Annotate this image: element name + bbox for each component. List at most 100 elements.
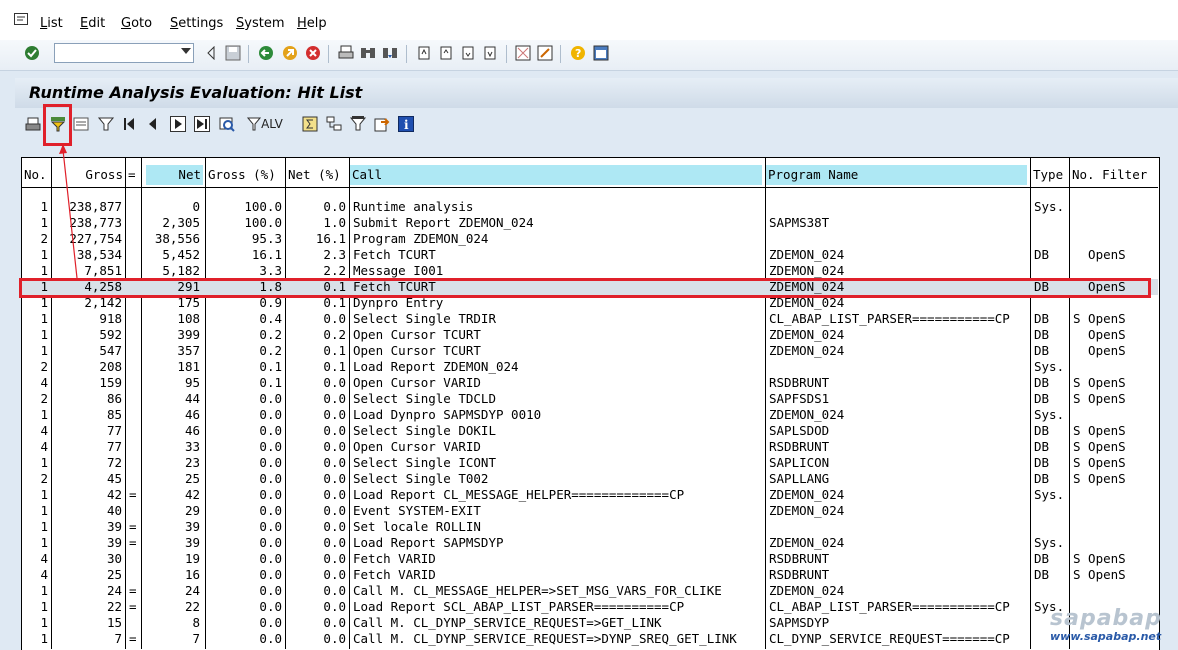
cell-call: Select Single TDCLD	[353, 391, 496, 406]
chevron-down-icon[interactable]	[181, 48, 191, 54]
alv-button[interactable]: ALV	[243, 116, 287, 132]
menu-edit[interactable]: Edit	[80, 16, 105, 31]
cell-program	[766, 231, 1030, 247]
menu-list[interactable]: List	[40, 16, 63, 31]
cancel-icon[interactable]	[305, 45, 321, 61]
export-icon[interactable]	[374, 116, 390, 132]
info-icon[interactable]: i	[398, 116, 414, 132]
table-row[interactable]: 1 22 = 22 0.0 0.0 Load Report SCL_ABAP_LIST_PA…	[22, 599, 1158, 615]
col-header-eq[interactable]: =	[126, 165, 141, 185]
table-row[interactable]: 1 39 = 39 0.0 0.0 Set locale ROLLIN	[22, 519, 1158, 535]
enter-check-icon[interactable]	[24, 45, 40, 61]
cell-call: Call M. CL_MESSAGE_HELPER=>SET_MSG_VARS_…	[353, 583, 722, 598]
find-next-icon[interactable]	[382, 45, 398, 61]
help-icon[interactable]: ?	[570, 45, 586, 61]
next-page-icon[interactable]	[169, 116, 187, 132]
col-header-no[interactable]: No.	[22, 165, 51, 185]
table-row[interactable]: 1 24 = 24 0.0 0.0 Call M. CL_MESSAGE_HELPER=>S…	[22, 583, 1158, 599]
cell-call: Select Single TRDIR	[353, 311, 496, 326]
table-row[interactable]: 1 238,877 0 100.0 0.0 Runtime analysis Sys.	[22, 199, 1158, 215]
col-header-call[interactable]: Call	[350, 165, 762, 185]
table-row[interactable]: 2 86 44 0.0 0.0 Select Single TDCLD SAPFSDS1 DB…	[22, 391, 1158, 407]
menu-goto[interactable]: Goto	[121, 16, 152, 31]
hierarchy-icon[interactable]	[326, 116, 342, 132]
cell-filter: S OpenS	[1073, 471, 1126, 486]
cell-call: Fetch VARID	[353, 551, 436, 566]
cell-no: 2	[40, 391, 48, 406]
previous-page-icon[interactable]	[146, 116, 160, 132]
sum-icon[interactable]	[302, 116, 318, 132]
first-page-icon[interactable]	[416, 45, 432, 61]
cell-type: DB	[1034, 327, 1050, 342]
cell-gross-pct: 0.0	[259, 391, 282, 406]
col-header-net-pct[interactable]: Net (%)	[286, 165, 349, 185]
cell-program: SAPFSDS1	[769, 391, 830, 406]
col-header-program[interactable]: Program Name	[766, 165, 1027, 185]
cell-net-pct: 2.2	[323, 263, 346, 278]
cell-program: ZDEMON_024	[769, 247, 845, 262]
cell-net: 19	[184, 551, 200, 566]
exit-icon[interactable]	[282, 45, 298, 61]
call-hierarchy-icon[interactable]	[350, 116, 366, 132]
cell-type: Sys.	[1034, 359, 1065, 374]
cell-filter: OpenS	[1073, 343, 1126, 358]
col-header-type[interactable]: Type	[1031, 165, 1069, 185]
print-icon[interactable]	[25, 116, 41, 132]
back-icon[interactable]	[258, 45, 274, 61]
table-row[interactable]: 2 227,754 38,556 95.3 16.1 Program ZDEMON_024	[22, 231, 1158, 247]
cell-gross-pct: 0.0	[259, 615, 282, 630]
table-row[interactable]: 1 72 23 0.0 0.0 Select Single ICONT SAPLICON DB…	[22, 455, 1158, 471]
cell-net: 39	[184, 535, 200, 550]
table-row[interactable]: 1 39 = 39 0.0 0.0 Load Report SAPMSDYP ZDEMON_0…	[22, 535, 1158, 551]
table-row[interactable]: 1 7 = 7 0.0 0.0 Call M. CL_DYNP_SERVICE_REQUES…	[22, 631, 1158, 647]
table-row[interactable]: 4 30 19 0.0 0.0 Fetch VARID RSDBRUNT DB S OpenS	[22, 551, 1158, 567]
cell-program: ZDEMON_024	[769, 583, 845, 598]
previous-page-icon[interactable]	[438, 45, 454, 61]
last-page-icon[interactable]	[193, 116, 211, 132]
table-row[interactable]: 1 85 46 0.0 0.0 Load Dynpro SAPMSDYP 0010 ZDEM…	[22, 407, 1158, 423]
table-row[interactable]: 1 592 399 0.2 0.2 Open Cursor TCURT ZDEMON_024…	[22, 327, 1158, 343]
shortcut-icon[interactable]	[537, 45, 553, 61]
collapse-triangle-icon[interactable]	[203, 45, 219, 61]
details-icon[interactable]	[73, 116, 89, 132]
save-icon[interactable]	[225, 45, 241, 61]
col-header-filter[interactable]: No. Filter	[1070, 165, 1158, 185]
create-session-icon[interactable]	[515, 45, 531, 61]
last-page-icon[interactable]	[482, 45, 498, 61]
cell-type: DB	[1034, 423, 1050, 438]
table-row[interactable]: 1 38,534 5,452 16.1 2.3 Fetch TCURT ZDEMON_024…	[22, 247, 1158, 263]
menu-settings[interactable]: Settings	[170, 16, 223, 31]
table-row[interactable]: 2 45 25 0.0 0.0 Select Single T002 SAPLLANG DB S…	[22, 471, 1158, 487]
cell-eq	[126, 551, 141, 567]
next-page-icon[interactable]	[460, 45, 476, 61]
cell-no: 1	[40, 263, 48, 278]
table-row[interactable]: 4 77 46 0.0 0.0 Select Single DOKIL SAPLSDOD DB…	[22, 423, 1158, 439]
cell-gross-pct: 95.3	[251, 231, 282, 246]
filter-icon[interactable]	[98, 116, 114, 132]
col-header-gross-pct[interactable]: Gross (%)	[206, 165, 285, 185]
table-row[interactable]: 4 159 95 0.1 0.0 Open Cursor VARID RSDBRUNT DB S…	[22, 375, 1158, 391]
first-page-icon[interactable]	[122, 116, 136, 132]
table-row[interactable]: 1 42 = 42 0.0 0.0 Load Report CL_MESSAGE_HELPE…	[22, 487, 1158, 503]
table-row[interactable]: 1 547 357 0.2 0.1 Open Cursor TCURT ZDEMON_024…	[22, 343, 1158, 359]
customize-layout-icon[interactable]	[593, 45, 609, 61]
print-icon[interactable]	[338, 45, 354, 61]
cell-call: Message I001	[353, 263, 444, 278]
table-row[interactable]: 4 25 16 0.0 0.0 Fetch VARID RSDBRUNT DB S OpenS	[22, 567, 1158, 583]
table-row[interactable]: 1 40 29 0.0 0.0 Event SYSTEM-EXIT ZDEMON_024	[22, 503, 1158, 519]
menu-system[interactable]: System	[236, 16, 285, 31]
system-menu-icon[interactable]	[14, 13, 28, 25]
find-icon[interactable]	[360, 45, 376, 61]
table-row[interactable]: 1 7,851 5,182 3.3 2.2 Message I001 ZDEMON_024	[22, 263, 1158, 279]
table-row[interactable]: 2 208 181 0.1 0.1 Load Report ZDEMON_024 Sys.	[22, 359, 1158, 375]
cell-eq	[126, 231, 141, 247]
table-row[interactable]: 1 15 8 0.0 0.0 Call M. CL_DYNP_SERVICE_REQUES…	[22, 615, 1158, 631]
command-field[interactable]	[54, 43, 194, 63]
table-row[interactable]: 1 918 108 0.4 0.0 Select Single TRDIR CL_ABAP_…	[22, 311, 1158, 327]
table-row[interactable]: 1 238,773 2,305 100.0 1.0 Submit Report ZDEMO…	[22, 215, 1158, 231]
search-icon[interactable]	[218, 116, 236, 132]
col-header-net[interactable]: Net	[146, 165, 203, 185]
menu-help[interactable]: Help	[297, 16, 327, 31]
cell-filter: S OpenS	[1073, 311, 1126, 326]
table-row[interactable]: 4 77 33 0.0 0.0 Open Cursor VARID RSDBRUNT DB S …	[22, 439, 1158, 455]
